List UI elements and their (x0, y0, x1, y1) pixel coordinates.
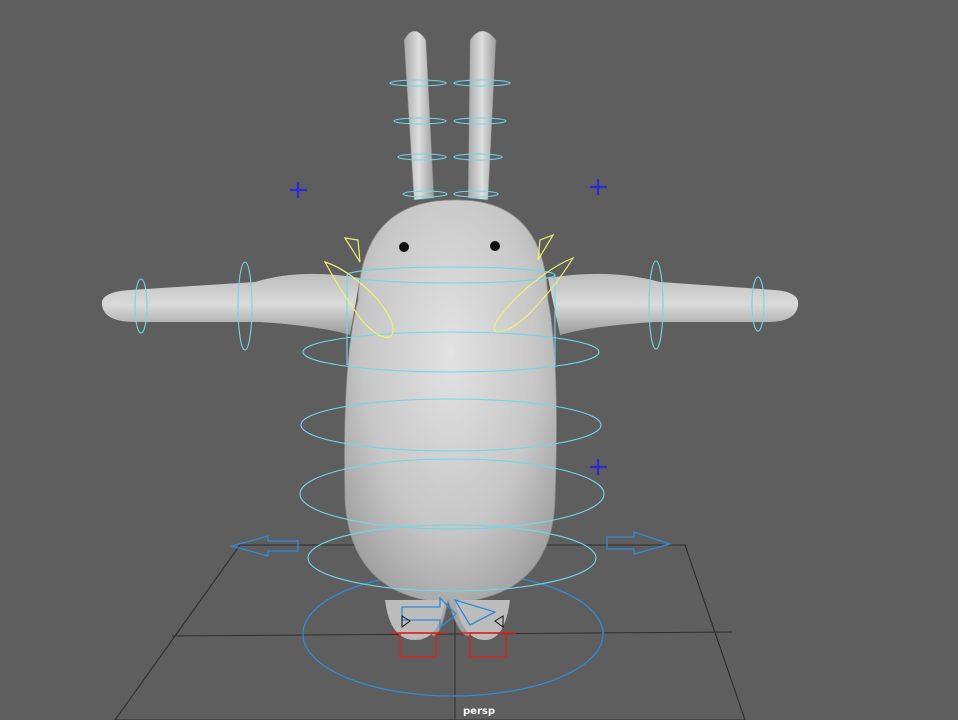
bunny-body[interactable] (344, 199, 557, 636)
left-eye (399, 242, 409, 252)
arrow-right-icon[interactable] (606, 531, 673, 555)
bunny-ears[interactable] (403, 30, 497, 201)
viewport-canvas[interactable] (0, 0, 958, 720)
3d-viewport[interactable]: persp (0, 0, 958, 720)
arrow-left-icon[interactable] (229, 535, 299, 557)
right-eye (490, 241, 500, 251)
